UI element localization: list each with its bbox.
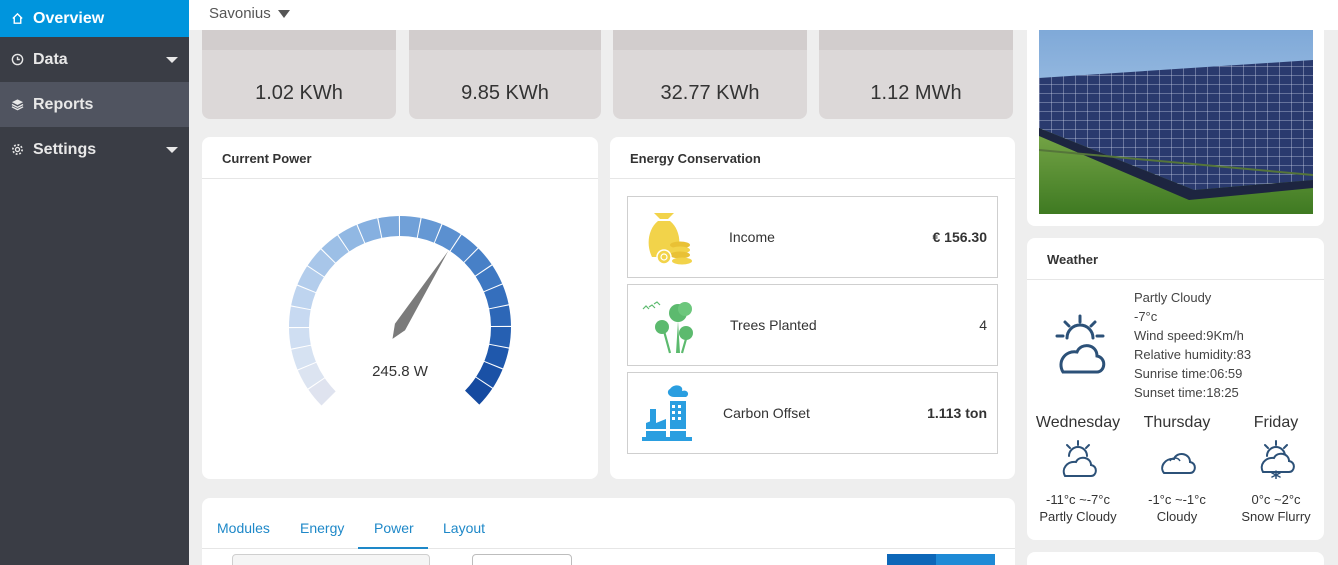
sidebar-item-data[interactable]: Data (0, 37, 189, 82)
site-name: Savonius (209, 5, 271, 22)
forecast-day: Friday 0°c ~2°c Snow Flurry (1226, 414, 1326, 524)
wind-speed: Wind speed:9Km/h (1134, 328, 1244, 343)
solar-panel-image-card (1027, 30, 1324, 226)
factory-icon (642, 385, 692, 441)
income-label: Income (729, 229, 775, 245)
date-range-input[interactable] (232, 554, 430, 565)
forecast-day-name: Thursday (1143, 414, 1211, 431)
carbon-offset-value: 1.113 ton (927, 405, 987, 421)
humidity: Relative humidity:83 (1134, 347, 1252, 362)
trees-planted-label: Trees Planted (730, 317, 817, 333)
home-icon (9, 11, 25, 27)
sunset-time: Sunset time:18:25 (1134, 385, 1239, 400)
stat-card: 1.12 MWh (819, 30, 1013, 119)
chevron-down-icon (166, 56, 178, 63)
current-temp: -7°c (1134, 309, 1158, 324)
forecast-range: -1°c ~-1°c (1148, 492, 1206, 507)
stat-card: 1.02 KWh (202, 30, 396, 119)
site-selector[interactable]: Savonius (209, 5, 290, 22)
forecast-day-name: Friday (1253, 414, 1299, 431)
sidebar-item-label: Reports (33, 95, 94, 113)
top-bar: Savonius (189, 0, 1338, 30)
power-gauge (289, 216, 511, 406)
chevron-down-icon (277, 9, 290, 18)
tab-energy[interactable]: Energy (300, 520, 344, 536)
gauge-segment (289, 327, 311, 349)
chevron-down-icon (166, 146, 178, 153)
sidebar: Overview Data Reports Settings (0, 0, 189, 565)
next-card (1027, 552, 1324, 565)
sidebar-item-label: Data (33, 50, 68, 68)
sidebar-item-settings[interactable]: Settings (0, 127, 189, 172)
power-reading: 245.8 W (372, 363, 428, 380)
stat-value: 1.02 KWh (255, 82, 343, 104)
card-title: Weather (1027, 238, 1324, 280)
cloud-icon (1161, 453, 1196, 474)
forecast-condition: Snow Flurry (1241, 509, 1311, 524)
partly-cloudy-icon (1062, 440, 1097, 477)
solar-panel-image (1039, 30, 1313, 214)
sidebar-item-overview[interactable]: Overview (0, 0, 189, 37)
forecast-range: -11°c ~-7°c (1046, 492, 1110, 507)
tab-power[interactable]: Power (374, 520, 414, 536)
stat-value: 32.77 KWh (660, 82, 760, 104)
tab-divider (202, 548, 1015, 549)
forecast-condition: Partly Cloudy (1039, 509, 1117, 524)
gauge-segment (400, 216, 421, 238)
trees-icon (642, 301, 693, 354)
trees-planted-value: 4 (979, 317, 987, 333)
stat-value: 1.12 MWh (870, 82, 962, 104)
money-bag-icon (648, 213, 692, 265)
card-title: Energy Conservation (610, 137, 1015, 179)
card-title: Current Power (202, 137, 598, 179)
trees-planted-row: Trees Planted 4 (627, 284, 998, 366)
clock-icon (9, 52, 25, 68)
energy-conservation-card: Energy Conservation Income € 156.30 Tree… (610, 137, 1015, 479)
forecast-condition: Cloudy (1156, 509, 1198, 524)
forecast-day: Wednesday -11°c ~-7°c Partly Cloudy (1028, 414, 1128, 524)
carbon-offset-row: Carbon Offset 1.113 ton (627, 372, 998, 454)
gauge-segment (378, 216, 400, 238)
current-condition: Partly Cloudy (1134, 290, 1212, 305)
stat-card: 9.85 KWh (409, 30, 601, 119)
stat-card: 32.77 KWh (613, 30, 807, 119)
gauge-segment (289, 306, 311, 327)
sidebar-item-reports[interactable]: Reports (0, 82, 189, 127)
active-tab-indicator (358, 547, 428, 549)
weather-card: Weather Partly Cloudy -7°c Wind speed:9K… (1027, 238, 1324, 540)
tab-modules[interactable]: Modules (217, 520, 270, 536)
forecast-range: 0°c ~2°c (1251, 492, 1301, 507)
partly-cloudy-icon (1055, 314, 1106, 374)
forecast-day: Thursday -1°c ~-1°c Cloudy (1127, 414, 1227, 524)
view-toggle-left[interactable] (887, 554, 936, 565)
gear-icon (9, 142, 25, 158)
gauge-segment (489, 327, 511, 348)
gauge-needle (392, 251, 449, 339)
gauge-segment (489, 305, 511, 327)
snow-flurry-icon (1260, 440, 1295, 479)
period-select[interactable] (472, 554, 572, 565)
layers-icon (9, 97, 25, 113)
current-power-card: Current Power 245.8 W (202, 137, 598, 479)
sunrise-time: Sunrise time:06:59 (1134, 366, 1243, 381)
tab-layout[interactable]: Layout (443, 520, 485, 536)
view-toggle-right[interactable] (936, 554, 995, 565)
carbon-offset-label: Carbon Offset (723, 405, 810, 421)
forecast-day-name: Wednesday (1035, 414, 1121, 431)
weather-details: Partly Cloudy -7°c Wind speed:9Km/h Rela… (1134, 288, 1251, 402)
income-row: Income € 156.30 (627, 196, 998, 278)
income-value: € 156.30 (932, 229, 988, 245)
sidebar-item-label: Overview (33, 9, 105, 27)
sidebar-item-label: Settings (33, 140, 97, 158)
stat-value: 9.85 KWh (461, 82, 549, 104)
